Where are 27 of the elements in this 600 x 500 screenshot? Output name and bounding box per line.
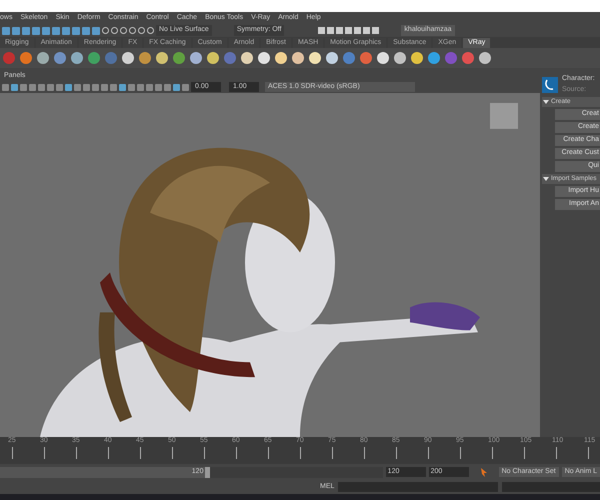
shelf-tool-icon[interactable] [155, 51, 169, 65]
shelf-tool-icon[interactable] [121, 51, 135, 65]
shelf-tool-icon[interactable] [172, 51, 186, 65]
shelf-tool-icon[interactable] [138, 51, 152, 65]
shelf-tool-icon[interactable] [257, 51, 271, 65]
character-logo-icon [542, 76, 558, 92]
shelf-tool-icon[interactable] [19, 51, 33, 65]
shelf-tool-icon[interactable] [427, 51, 441, 65]
shelf-tool-icon[interactable] [291, 51, 305, 65]
command-field[interactable] [338, 482, 498, 492]
shelf-tool-icon[interactable] [189, 51, 203, 65]
shelf-tool-icon[interactable] [376, 51, 390, 65]
shelf-tool-icon[interactable] [308, 51, 322, 65]
shelf-tool-icon[interactable] [53, 51, 67, 65]
collapse-arrow-icon[interactable] [543, 99, 549, 105]
shelf-tool-icon[interactable] [240, 51, 254, 65]
shelf-tool-icon[interactable] [393, 51, 407, 65]
shelf-tool-icon[interactable] [410, 51, 424, 65]
collapse-arrow-icon[interactable] [543, 176, 549, 182]
shelf-tool-icon[interactable] [478, 51, 492, 65]
shelf-tool-icon[interactable] [274, 51, 288, 65]
shelf-tool-icon[interactable] [325, 51, 339, 65]
shelf-tool-icon[interactable] [70, 51, 84, 65]
shelf-tool-icon[interactable] [36, 51, 50, 65]
shelf-tool-icon[interactable] [206, 51, 220, 65]
auto-key-icon[interactable] [480, 468, 488, 476]
shelf-tool-icon[interactable] [87, 51, 101, 65]
